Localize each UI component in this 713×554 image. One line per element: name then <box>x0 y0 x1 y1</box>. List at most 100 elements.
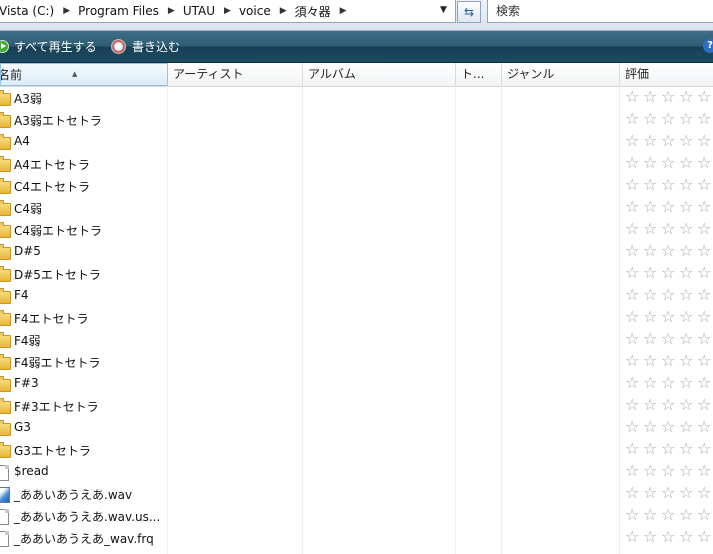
star-icon[interactable]: ☆ <box>697 396 713 414</box>
list-item[interactable]: A3弱エトセトラ ☆ ☆ ☆ ☆ ☆ <box>0 109 713 131</box>
column-header-artist[interactable]: アーティスト <box>168 63 303 86</box>
star-icon[interactable]: ☆ <box>679 154 697 172</box>
star-icon[interactable]: ☆ <box>643 440 661 458</box>
star-icon[interactable]: ☆ <box>643 154 661 172</box>
star-icon[interactable]: ☆ <box>643 396 661 414</box>
star-icon[interactable]: ☆ <box>643 176 661 194</box>
star-icon[interactable]: ☆ <box>625 484 643 502</box>
list-item[interactable]: A4 ☆ ☆ ☆ ☆ ☆ <box>0 131 713 153</box>
star-icon[interactable]: ☆ <box>679 264 697 282</box>
star-icon[interactable]: ☆ <box>697 132 713 150</box>
star-icon[interactable]: ☆ <box>661 176 679 194</box>
search-box[interactable] <box>487 0 713 23</box>
star-icon[interactable]: ☆ <box>625 396 643 414</box>
star-icon[interactable]: ☆ <box>643 286 661 304</box>
column-header-album[interactable]: アルバム <box>303 63 456 86</box>
star-icon[interactable]: ☆ <box>643 308 661 326</box>
star-icon[interactable]: ☆ <box>679 374 697 392</box>
star-icon[interactable]: ☆ <box>625 352 643 370</box>
star-icon[interactable]: ☆ <box>679 396 697 414</box>
star-icon[interactable]: ☆ <box>625 110 643 128</box>
rating-stars[interactable]: ☆ ☆ ☆ ☆ ☆ <box>625 506 713 524</box>
star-icon[interactable]: ☆ <box>625 374 643 392</box>
star-icon[interactable]: ☆ <box>643 462 661 480</box>
star-icon[interactable]: ☆ <box>625 198 643 216</box>
star-icon[interactable]: ☆ <box>661 110 679 128</box>
star-icon[interactable]: ☆ <box>697 528 713 546</box>
rating-stars[interactable]: ☆ ☆ ☆ ☆ ☆ <box>625 88 713 106</box>
breadcrumb-voice[interactable]: voice <box>239 4 271 18</box>
list-item[interactable]: G3エトセトラ ☆ ☆ ☆ ☆ ☆ <box>0 439 713 461</box>
list-item[interactable]: $read ☆ ☆ ☆ ☆ ☆ <box>0 461 713 483</box>
star-icon[interactable]: ☆ <box>679 440 697 458</box>
star-icon[interactable]: ☆ <box>697 242 713 260</box>
list-item[interactable]: F4弱 ☆ ☆ ☆ ☆ ☆ <box>0 329 713 351</box>
breadcrumb-current-folder[interactable]: 須々器 <box>295 3 331 20</box>
star-icon[interactable]: ☆ <box>679 242 697 260</box>
star-icon[interactable]: ☆ <box>679 528 697 546</box>
star-icon[interactable]: ☆ <box>625 308 643 326</box>
star-icon[interactable]: ☆ <box>643 484 661 502</box>
star-icon[interactable]: ☆ <box>679 132 697 150</box>
star-icon[interactable]: ☆ <box>661 330 679 348</box>
star-icon[interactable]: ☆ <box>625 154 643 172</box>
address-bar[interactable]: Vista (C:) ▶ Program Files ▶ UTAU ▶ voic… <box>0 0 456 23</box>
star-icon[interactable]: ☆ <box>679 506 697 524</box>
star-icon[interactable]: ☆ <box>679 418 697 436</box>
star-icon[interactable]: ☆ <box>697 154 713 172</box>
rating-stars[interactable]: ☆ ☆ ☆ ☆ ☆ <box>625 264 713 282</box>
list-item[interactable]: F#3 ☆ ☆ ☆ ☆ ☆ <box>0 373 713 395</box>
breadcrumb-separator-icon[interactable]: ▶ <box>168 6 175 16</box>
star-icon[interactable]: ☆ <box>679 220 697 238</box>
star-icon[interactable]: ☆ <box>625 528 643 546</box>
star-icon[interactable]: ☆ <box>661 264 679 282</box>
list-item[interactable]: C4エトセトラ ☆ ☆ ☆ ☆ ☆ <box>0 175 713 197</box>
star-icon[interactable]: ☆ <box>697 440 713 458</box>
rating-stars[interactable]: ☆ ☆ ☆ ☆ ☆ <box>625 176 713 194</box>
star-icon[interactable]: ☆ <box>643 264 661 282</box>
burn-button[interactable]: 書き込む <box>111 38 180 55</box>
star-icon[interactable]: ☆ <box>643 418 661 436</box>
star-icon[interactable]: ☆ <box>661 462 679 480</box>
rating-stars[interactable]: ☆ ☆ ☆ ☆ ☆ <box>625 132 713 150</box>
star-icon[interactable]: ☆ <box>679 330 697 348</box>
star-icon[interactable]: ☆ <box>625 220 643 238</box>
star-icon[interactable]: ☆ <box>643 220 661 238</box>
rating-stars[interactable]: ☆ ☆ ☆ ☆ ☆ <box>625 440 713 458</box>
star-icon[interactable]: ☆ <box>679 286 697 304</box>
rating-stars[interactable]: ☆ ☆ ☆ ☆ ☆ <box>625 286 713 304</box>
star-icon[interactable]: ☆ <box>625 418 643 436</box>
star-icon[interactable]: ☆ <box>679 110 697 128</box>
star-icon[interactable]: ☆ <box>661 528 679 546</box>
star-icon[interactable]: ☆ <box>679 352 697 370</box>
search-input[interactable] <box>494 3 698 19</box>
star-icon[interactable]: ☆ <box>625 440 643 458</box>
list-item[interactable]: A3弱 ☆ ☆ ☆ ☆ ☆ <box>0 87 713 109</box>
list-item[interactable]: A4エトセトラ ☆ ☆ ☆ ☆ ☆ <box>0 153 713 175</box>
column-header-track[interactable]: ト... <box>456 63 502 86</box>
star-icon[interactable]: ☆ <box>697 462 713 480</box>
star-icon[interactable]: ☆ <box>661 242 679 260</box>
star-icon[interactable]: ☆ <box>643 88 661 106</box>
play-all-button[interactable]: すべて再生する <box>0 38 97 55</box>
breadcrumb-separator-icon[interactable]: ▶ <box>340 6 347 16</box>
star-icon[interactable]: ☆ <box>661 506 679 524</box>
rating-stars[interactable]: ☆ ☆ ☆ ☆ ☆ <box>625 242 713 260</box>
list-item[interactable]: G3 ☆ ☆ ☆ ☆ ☆ <box>0 417 713 439</box>
star-icon[interactable]: ☆ <box>625 88 643 106</box>
star-icon[interactable]: ☆ <box>661 154 679 172</box>
list-item[interactable]: F#3エトセトラ ☆ ☆ ☆ ☆ ☆ <box>0 395 713 417</box>
star-icon[interactable]: ☆ <box>625 176 643 194</box>
column-header-genre[interactable]: ジャンル <box>502 63 620 86</box>
star-icon[interactable]: ☆ <box>697 308 713 326</box>
breadcrumb-separator-icon[interactable]: ▶ <box>280 6 287 16</box>
star-icon[interactable]: ☆ <box>679 462 697 480</box>
star-icon[interactable]: ☆ <box>661 418 679 436</box>
list-item[interactable]: F4エトセトラ ☆ ☆ ☆ ☆ ☆ <box>0 307 713 329</box>
list-item[interactable]: _ああいあうえあ.wav ☆ ☆ ☆ ☆ ☆ <box>0 483 713 505</box>
list-item[interactable]: _ああいあうえあ_wav.frq ☆ ☆ ☆ ☆ ☆ <box>0 527 713 549</box>
star-icon[interactable]: ☆ <box>661 484 679 502</box>
star-icon[interactable]: ☆ <box>679 308 697 326</box>
star-icon[interactable]: ☆ <box>661 198 679 216</box>
star-icon[interactable]: ☆ <box>625 132 643 150</box>
